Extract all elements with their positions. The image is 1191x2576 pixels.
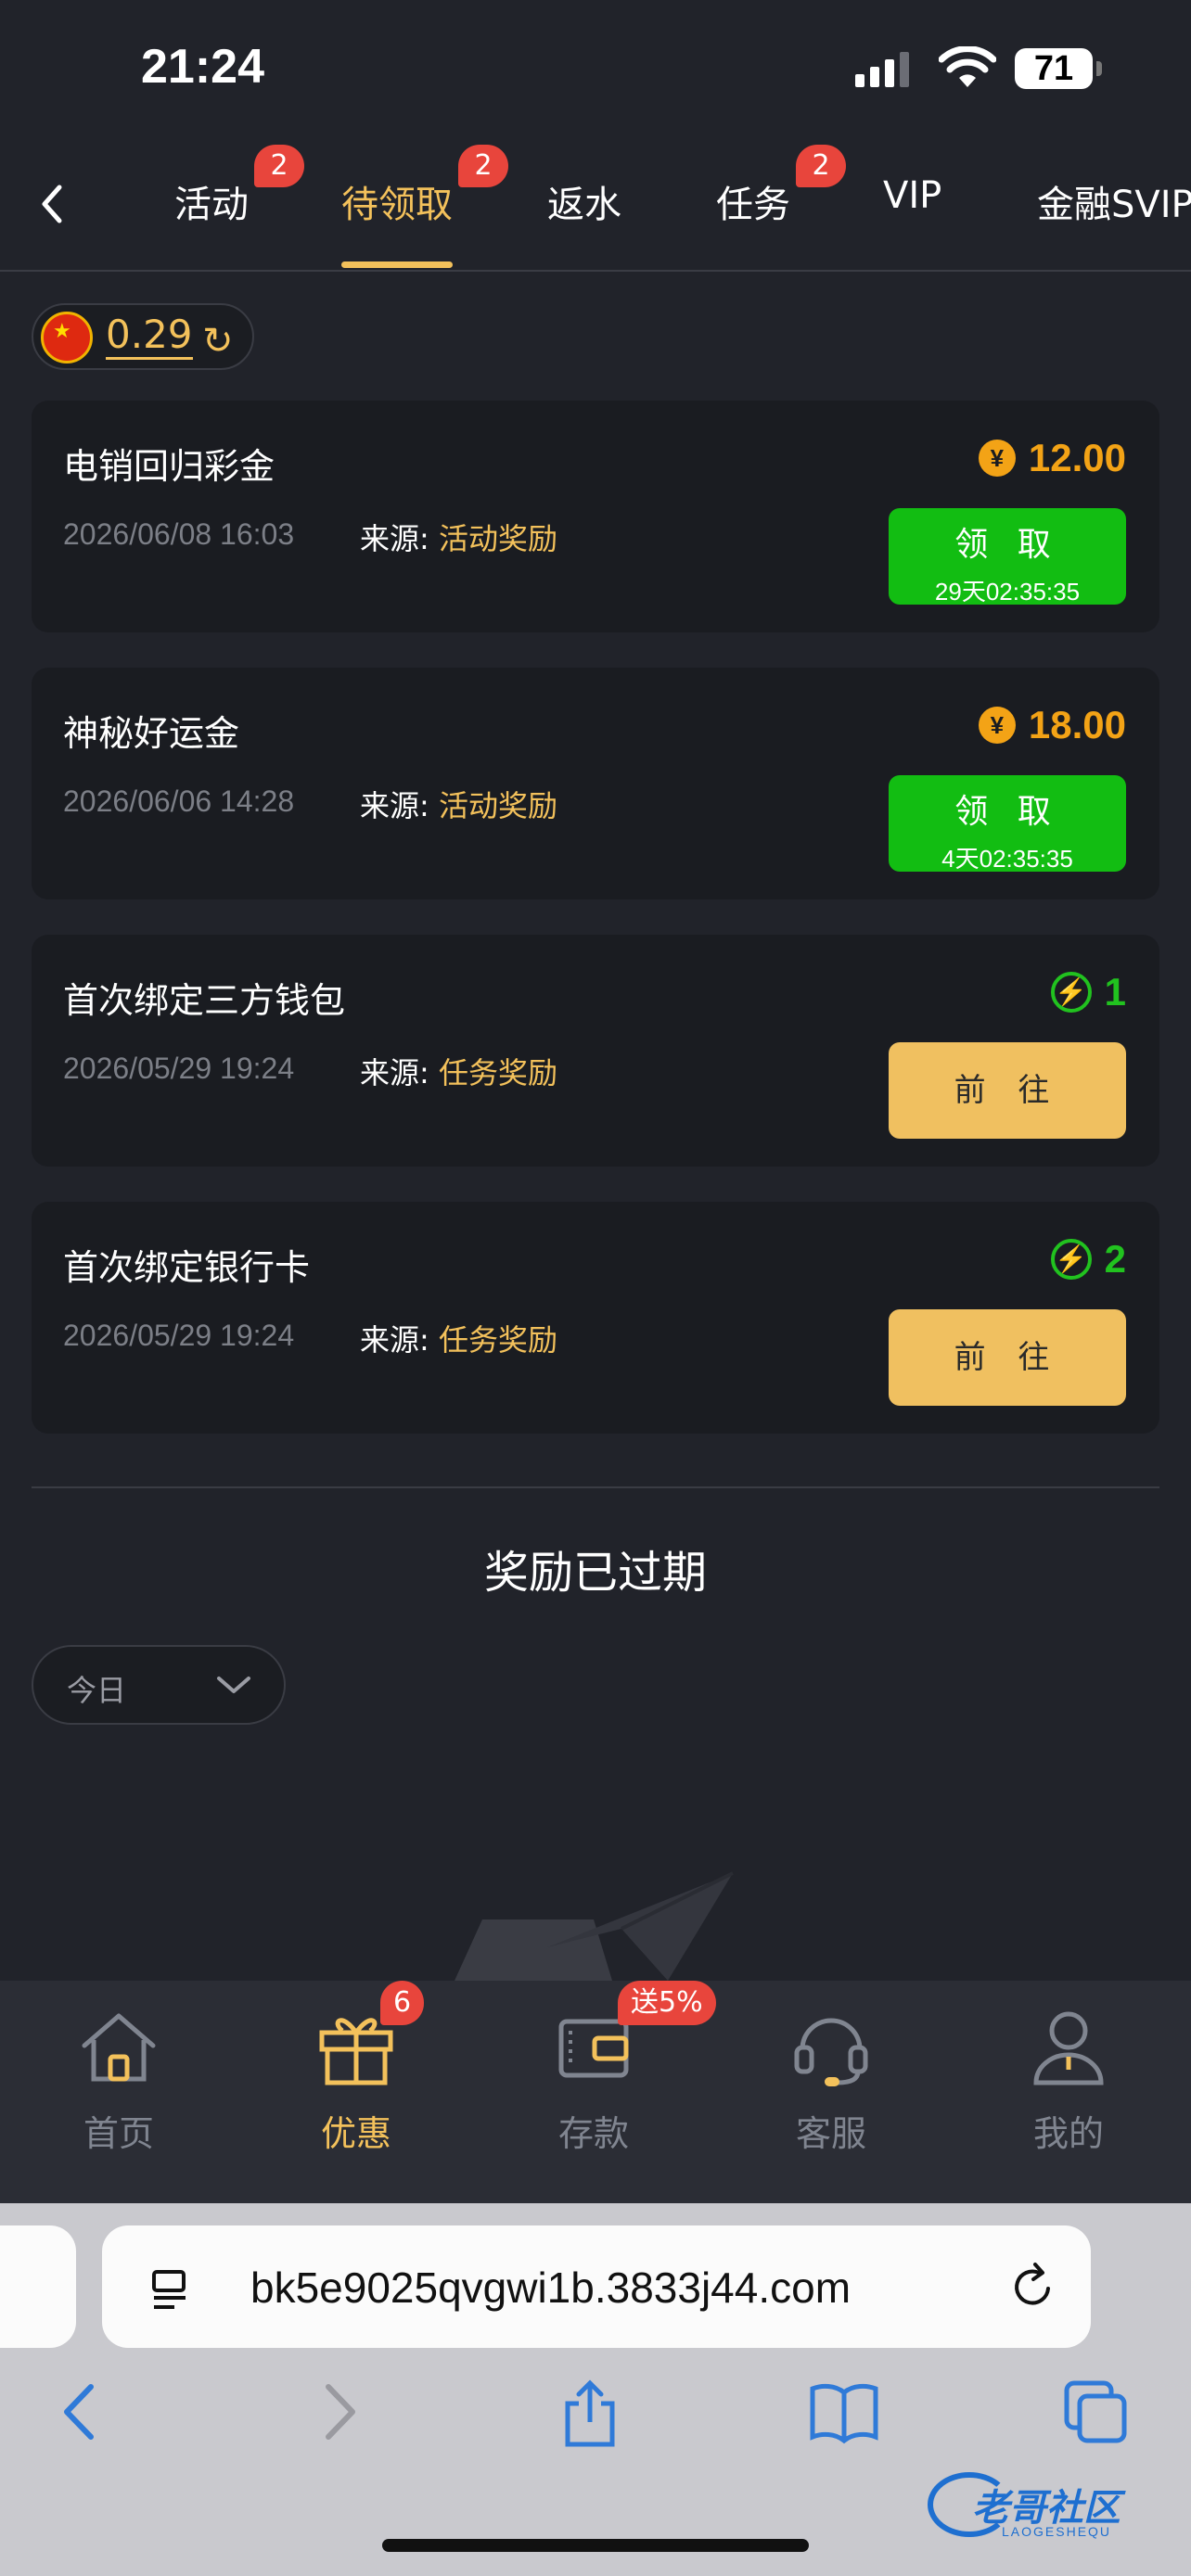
date-filter-value: 今日 xyxy=(67,1673,127,1708)
yen-coin-icon: ¥ xyxy=(978,440,1016,477)
tab-tasks[interactable]: 任务 xyxy=(716,174,790,228)
balance-pill: ★ 0.29 ↻ xyxy=(32,303,254,370)
cellular-signal-icon xyxy=(855,52,909,87)
reward-card: 首次绑定三方钱包 2026/05/29 19:24 来源: 任务奖励 ⚡ 1 前… xyxy=(32,935,1159,1167)
tabs-overview-icon[interactable] xyxy=(1063,2379,1128,2444)
nav-home[interactable]: 首页 xyxy=(26,2003,211,2156)
reward-card: 神秘好运金 2026/06/06 14:28 来源: 活动奖励 ¥ 18.00 … xyxy=(32,668,1159,899)
tab-activity-badge: 2 xyxy=(254,145,304,187)
reward-source: 来源: 任务奖励 xyxy=(360,1055,557,1090)
reward-amount: ⚡ 1 xyxy=(1050,970,1126,1014)
battery-tip xyxy=(1096,61,1102,76)
yen-coin-icon: ¥ xyxy=(978,707,1016,744)
reward-title: 首次绑定三方钱包 xyxy=(63,980,346,1021)
china-flag-icon: ★ xyxy=(41,312,93,363)
nav-promotions-badge: 6 xyxy=(380,1981,425,2025)
nav-support[interactable]: 客服 xyxy=(738,2003,924,2156)
browser-back-icon[interactable] xyxy=(58,2379,104,2444)
reward-date: 2026/05/29 19:24 xyxy=(63,1052,295,1085)
bookmarks-icon[interactable] xyxy=(809,2379,879,2444)
tab-pending-badge: 2 xyxy=(458,145,508,187)
reward-title: 神秘好运金 xyxy=(63,713,240,754)
reload-icon[interactable] xyxy=(1007,2261,1059,2313)
previous-tab-stub[interactable] xyxy=(0,2225,76,2348)
date-filter-dropdown[interactable]: 今日 xyxy=(32,1645,286,1725)
category-tabs: 活动 2 待领取 2 返水 任务 2 VIP 金融SVIP xyxy=(0,139,1191,272)
tab-activity[interactable]: 活动 xyxy=(174,174,249,228)
headset-icon xyxy=(794,2018,868,2086)
tab-pending-claim[interactable]: 待领取 xyxy=(341,174,453,228)
reward-date: 2026/06/06 14:28 xyxy=(63,784,295,818)
go-button[interactable]: 前 往 xyxy=(889,1042,1126,1139)
wifi-icon xyxy=(939,46,996,87)
reward-amount: ¥ 18.00 xyxy=(978,703,1126,747)
browser-forward-icon[interactable] xyxy=(315,2379,362,2444)
go-button[interactable]: 前 往 xyxy=(889,1309,1126,1406)
reward-source: 来源: 活动奖励 xyxy=(360,788,557,823)
address-bar[interactable]: bk5e9025qvgwi1b.3833j44.com xyxy=(102,2225,1091,2348)
active-tab-underline xyxy=(341,261,453,268)
bolt-icon: ⚡ xyxy=(1050,1239,1092,1280)
tab-finance-svip[interactable]: 金融SVIP xyxy=(1037,174,1191,228)
nav-deposit[interactable]: 存款 xyxy=(501,2003,686,2156)
watermark-logo: 老哥社区 LAOGESHEQU xyxy=(928,2463,1178,2546)
claim-countdown: 29天02:35:35 xyxy=(934,578,1081,606)
nav-deposit-badge: 送5% xyxy=(618,1981,716,2025)
paper-plane-icon xyxy=(455,1871,734,1981)
url-text: bk5e9025qvgwi1b.3833j44.com xyxy=(250,2264,852,2312)
chevron-down-icon xyxy=(217,1677,250,1693)
reward-card: 首次绑定银行卡 2026/05/29 19:24 来源: 任务奖励 ⚡ 2 前 … xyxy=(32,1202,1159,1434)
status-bar: 21:24 71 xyxy=(0,0,1191,130)
page-menu-icon[interactable] xyxy=(148,2266,195,2313)
claim-button[interactable]: 领 取 4天02:35:35 xyxy=(889,775,1126,873)
battery-indicator: 71 xyxy=(1015,48,1093,89)
reward-title: 电销回归彩金 xyxy=(63,446,275,487)
status-time: 21:24 xyxy=(141,40,264,94)
tab-rebate[interactable]: 返水 xyxy=(547,174,621,228)
reward-amount: ⚡ 2 xyxy=(1050,1237,1126,1282)
home-icon xyxy=(82,2013,156,2082)
share-icon[interactable] xyxy=(560,2379,620,2448)
reward-source: 来源: 任务奖励 xyxy=(360,1322,557,1358)
reward-source: 来源: 活动奖励 xyxy=(360,521,557,556)
tab-vip[interactable]: VIP xyxy=(883,174,941,217)
reward-title: 首次绑定银行卡 xyxy=(63,1247,311,1288)
nav-profile[interactable]: 我的 xyxy=(976,2003,1161,2156)
reward-date: 2026/06/08 16:03 xyxy=(63,517,295,551)
claim-button[interactable]: 领 取 29天02:35:35 xyxy=(889,508,1126,606)
nav-promotions[interactable]: 优惠 xyxy=(263,2003,449,2156)
reward-card: 电销回归彩金 2026/06/08 16:03 来源: 活动奖励 ¥ 12.00… xyxy=(32,401,1159,632)
back-chevron-icon[interactable] xyxy=(33,176,70,232)
tab-tasks-badge: 2 xyxy=(796,145,846,187)
claim-countdown: 4天02:35:35 xyxy=(941,845,1073,873)
reward-date: 2026/05/29 19:24 xyxy=(63,1319,295,1352)
section-divider xyxy=(32,1486,1159,1488)
reward-amount: ¥ 12.00 xyxy=(978,436,1126,480)
refresh-icon[interactable]: ↻ xyxy=(202,320,234,363)
balance-value: 0.29 xyxy=(106,312,193,360)
bolt-icon: ⚡ xyxy=(1050,972,1092,1013)
home-indicator xyxy=(382,2539,809,2552)
expired-section-title: 奖励已过期 xyxy=(483,1547,707,1599)
bottom-nav: 首页 优惠 6 存款 送5% 客服 我的 xyxy=(0,1981,1191,2203)
user-icon xyxy=(1033,2011,1104,2085)
